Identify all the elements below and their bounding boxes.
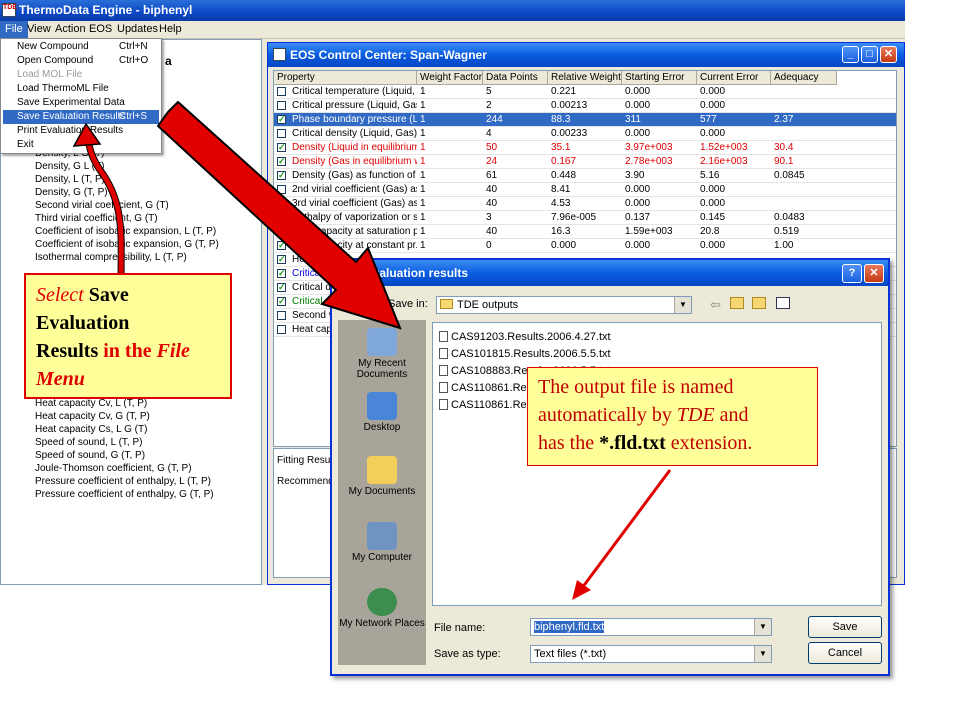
instruction-callout: Select Save Evaluation Results in the Fi… — [24, 273, 232, 399]
callout-word: File — [156, 340, 190, 362]
callout-word: Menu — [36, 368, 85, 390]
callout-word: Evaluation — [36, 312, 130, 334]
callout-text: *.fld.txt — [599, 432, 666, 454]
filename-callout: The output file is named automatically b… — [527, 367, 818, 466]
callout-text: The output file is named — [538, 376, 734, 398]
callout-text: and — [719, 404, 749, 426]
callout-text: TDE — [676, 404, 715, 426]
callout-word: Select — [36, 284, 84, 306]
callout-word: Results — [36, 340, 99, 362]
callout-word: in the — [103, 340, 152, 362]
callout-text: extension. — [670, 432, 753, 454]
callout-text: has the — [538, 432, 595, 454]
callout-word: Save — [88, 284, 129, 306]
curved-arrow-head — [72, 122, 102, 147]
pointer-arrow-head — [572, 580, 591, 600]
pointer-arrow-line — [580, 469, 672, 589]
callout-text: automatically by — [538, 404, 672, 426]
